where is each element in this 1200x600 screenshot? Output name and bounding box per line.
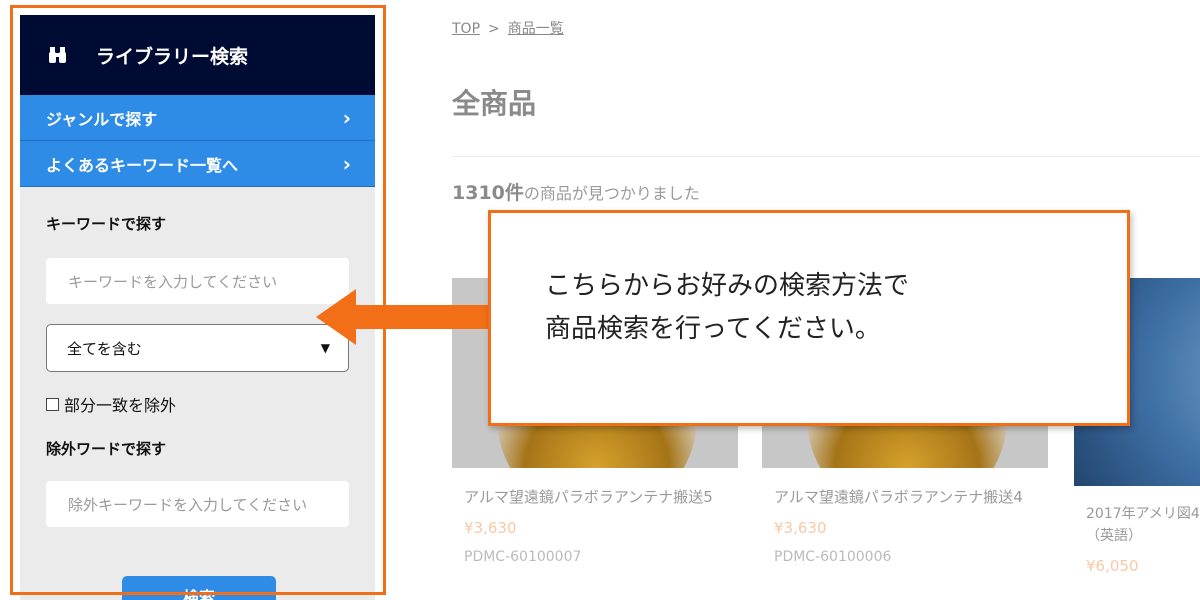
result-count-suffix: の商品が見つかりました [523, 184, 700, 203]
breadcrumb-current-link[interactable]: 商品一覧 [508, 21, 564, 37]
divider [452, 156, 1200, 157]
product-name[interactable]: アルマ望遠鏡パラボラアンテナ搬送5 [464, 486, 738, 509]
breadcrumb-top-link[interactable]: TOP [452, 21, 480, 37]
product-code: PDMC-60100006 [774, 549, 892, 566]
page: ライブラリー検索 ジャンルで探す › よくあるキーワード一覧へ › キーワードで… [0, 0, 1200, 600]
product-name[interactable]: アルマ望遠鏡パラボラアンテナ搬送4 [774, 486, 1048, 509]
instruction-callout: こちらからお好みの検索方法で 商品検索を行ってください。 [488, 210, 1130, 426]
callout-line-2: 商品検索を行ってください。 [545, 313, 881, 344]
product-price: ¥3,630 [464, 519, 517, 538]
breadcrumb: TOP > 商品一覧 [452, 18, 564, 38]
product-price: ¥3,630 [774, 519, 827, 538]
arrow-left-icon [316, 289, 496, 345]
callout-line-1: こちらからお好みの検索方法で [545, 271, 910, 301]
result-count: 1310件の商品が見つかりました [452, 178, 700, 205]
product-code: PDMC-60100007 [464, 549, 582, 566]
page-title: 全商品 [452, 87, 537, 120]
product-price: ¥6,050 [1086, 557, 1139, 576]
result-count-number: 1310件 [452, 182, 524, 204]
breadcrumb-separator: > [488, 21, 500, 37]
product-name[interactable]: 2017年アメリ図4（英語） [1086, 504, 1200, 547]
